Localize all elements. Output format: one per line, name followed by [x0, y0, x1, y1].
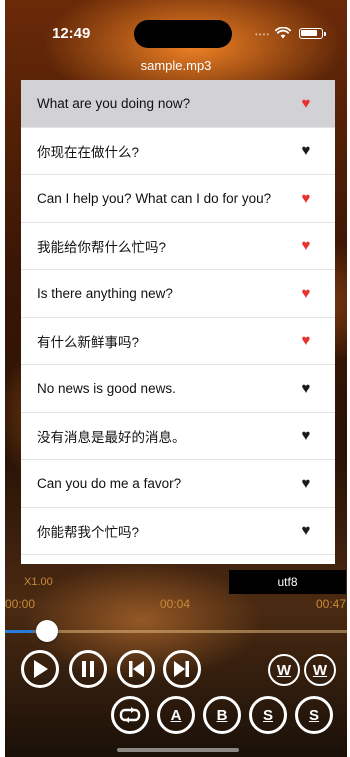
wifi-icon [275, 27, 291, 39]
phrase-text: 没有消息是最好的消息。 [37, 429, 186, 445]
phrase-text: 我能给你帮什么忙吗? [37, 239, 167, 255]
phrase-row[interactable]: 没有消息是最好的消息。 ♥ [21, 413, 335, 460]
play-button[interactable] [21, 650, 59, 688]
phrase-row[interactable]: 你能帮我个忙吗? ♥ [21, 508, 335, 555]
battery-icon [299, 28, 323, 39]
word-forward-button[interactable]: W [304, 654, 336, 686]
heart-filled-red-icon[interactable]: ♥ [293, 332, 319, 349]
dynamic-island [134, 20, 232, 48]
skip-forward-icon [174, 661, 189, 677]
phrase-row[interactable]: What are you doing now? ♥ [21, 80, 335, 128]
player-screen: 12:49 •••• sample.mp3 What are you doing… [5, 0, 347, 757]
word-forward-label: W [312, 661, 328, 679]
phrase-list[interactable]: What are you doing now? ♥ 你现在在做什么? ♥ Can I h… [21, 80, 335, 564]
phrase-text: 你能帮我个忙吗? [37, 524, 140, 540]
status-time: 12:49 [52, 25, 91, 42]
heart-black-icon[interactable]: ♥ [293, 142, 319, 159]
heart-filled-red-icon[interactable]: ♥ [293, 190, 319, 207]
skip-back-icon [129, 661, 144, 677]
phrase-text: Is there anything new? [37, 285, 173, 301]
phrase-text: Can you do me a favor? [37, 475, 182, 491]
sentence-forward-label: S [308, 706, 319, 724]
playback-speed[interactable]: X1.00 [24, 576, 53, 588]
phrase-text: Can I help you? What can I do for you? [37, 190, 272, 206]
progress-knob[interactable] [36, 620, 58, 642]
phrase-row[interactable]: Can I help you? What can I do for you? ♥ [21, 175, 335, 223]
word-back-button[interactable]: W [268, 654, 300, 686]
battery-tip [324, 32, 326, 36]
heart-black-icon[interactable]: ♥ [293, 475, 319, 492]
progress-fill [5, 630, 34, 633]
pause-icon [82, 661, 94, 677]
time-current: 00:04 [160, 597, 191, 611]
phrase-text: 有什么新鲜事吗? [37, 334, 140, 350]
signal-icon: •••• [255, 30, 271, 39]
encoding-selector[interactable]: utf8 [229, 570, 346, 594]
heart-filled-red-icon[interactable]: ♥ [293, 285, 319, 302]
sentence-back-button[interactable]: S [249, 696, 287, 734]
phrase-text: No news is good news. [37, 380, 176, 396]
repeat-icon [119, 707, 141, 723]
play-icon [34, 660, 48, 678]
heart-filled-red-icon[interactable]: ♥ [293, 95, 319, 112]
phrase-row[interactable]: Can you do me a favor? ♥ [21, 460, 335, 508]
loop-a-button[interactable]: A [157, 696, 195, 734]
phrase-row[interactable]: No news is good news. ♥ [21, 365, 335, 413]
phrase-row[interactable]: 你现在在做什么? ♥ [21, 128, 335, 175]
heart-black-icon[interactable]: ♥ [293, 427, 319, 444]
heart-filled-red-icon[interactable]: ♥ [293, 237, 319, 254]
home-indicator[interactable] [117, 748, 239, 752]
next-button[interactable] [163, 650, 201, 688]
repeat-button[interactable] [111, 696, 149, 734]
loop-b-label: B [216, 706, 228, 724]
phrase-row[interactable]: Is there anything new? ♥ [21, 270, 335, 318]
phrase-row[interactable]: 我能给你帮什么忙吗? ♥ [21, 223, 335, 270]
time-start: 00:00 [5, 597, 36, 611]
previous-button[interactable] [117, 650, 155, 688]
time-end: 00:47 [316, 597, 347, 611]
loop-a-label: A [170, 706, 182, 724]
sentence-back-label: S [262, 706, 273, 724]
sentence-forward-button[interactable]: S [295, 696, 333, 734]
file-title: sample.mp3 [140, 58, 212, 73]
heart-black-icon[interactable]: ♥ [293, 522, 319, 539]
loop-b-button[interactable]: B [203, 696, 241, 734]
word-back-label: W [276, 661, 292, 679]
phrase-text: What are you doing now? [37, 95, 191, 111]
heart-black-icon[interactable]: ♥ [293, 380, 319, 397]
phrase-row[interactable]: 有什么新鲜事吗? ♥ [21, 318, 335, 365]
phrase-text: 你现在在做什么? [37, 144, 140, 160]
pause-button[interactable] [69, 650, 107, 688]
